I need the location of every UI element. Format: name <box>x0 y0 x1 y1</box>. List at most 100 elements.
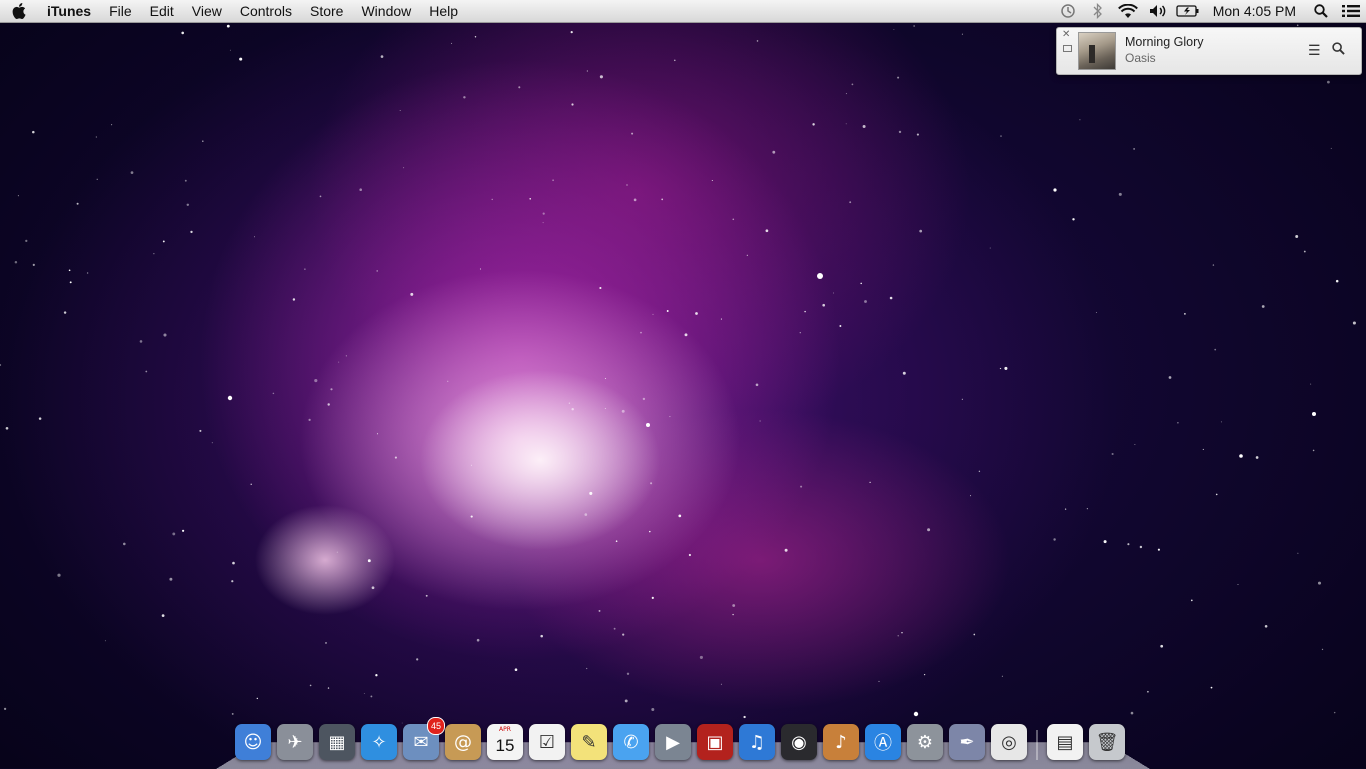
star <box>25 239 28 243</box>
star <box>669 416 671 418</box>
star <box>211 442 213 444</box>
mission-control-icon[interactable]: ▦ <box>319 724 355 760</box>
star <box>772 150 776 154</box>
star <box>699 655 703 659</box>
star <box>902 371 906 375</box>
star <box>586 667 588 670</box>
trash-icon[interactable]: 🗑 <box>1089 724 1125 760</box>
star <box>1103 540 1107 544</box>
star <box>604 408 606 410</box>
time-machine-icon[interactable] <box>1053 0 1083 22</box>
system-preferences-icon[interactable]: ⚙ <box>907 724 943 760</box>
star <box>897 76 900 79</box>
star <box>893 28 895 30</box>
star <box>231 580 234 583</box>
star <box>862 125 866 128</box>
notification-center-icon[interactable] <box>1336 0 1366 22</box>
star <box>139 340 143 343</box>
star <box>32 263 35 266</box>
star <box>1303 250 1306 253</box>
star <box>184 179 187 182</box>
star <box>540 634 543 638</box>
star <box>111 124 113 126</box>
star <box>860 282 862 285</box>
garageband-icon[interactable]: ♪ <box>823 724 859 760</box>
menu-help[interactable]: Help <box>420 0 467 22</box>
star <box>732 218 735 221</box>
menu-view[interactable]: View <box>183 0 231 22</box>
star <box>615 540 618 543</box>
star <box>17 195 19 197</box>
mail-icon[interactable]: ✉ 45 <box>403 717 445 760</box>
star <box>63 311 67 314</box>
app-store-icon[interactable]: Ⓐ <box>865 724 901 760</box>
safari-icon[interactable]: ✧ <box>361 724 397 760</box>
star <box>822 303 826 307</box>
calendar-icon[interactable]: APR 15 <box>487 724 523 760</box>
star <box>69 281 72 284</box>
star <box>845 123 847 125</box>
now-playing-notification[interactable]: ✕ Morning Glory Oasis ☰ <box>1056 27 1362 75</box>
star <box>626 672 630 675</box>
star <box>1130 711 1134 715</box>
star <box>927 528 931 532</box>
menu-app-name[interactable]: iTunes <box>38 0 100 22</box>
up-next-list-icon[interactable]: ☰ <box>1308 42 1321 59</box>
menubar-clock[interactable]: Mon 4:05 PM <box>1203 0 1306 22</box>
star <box>161 614 165 617</box>
star <box>732 613 734 616</box>
star <box>314 379 318 383</box>
star <box>1321 648 1324 651</box>
launchpad-icon[interactable]: ✈ <box>277 724 313 760</box>
star <box>626 184 628 186</box>
contacts-icon[interactable]: @ <box>445 724 481 760</box>
facetime-icon[interactable]: ▶ <box>655 724 691 760</box>
bluetooth-icon[interactable] <box>1083 0 1113 22</box>
star <box>631 132 634 135</box>
star <box>1001 675 1003 677</box>
star <box>451 42 453 44</box>
aperture-icon[interactable]: ◉ <box>781 724 817 760</box>
star <box>394 456 397 459</box>
notes-icon[interactable]: ✎ <box>571 724 607 760</box>
star <box>86 272 89 274</box>
menu-controls[interactable]: Controls <box>231 0 301 22</box>
itunes-icon[interactable]: ♫ <box>739 724 775 760</box>
star <box>720 683 722 685</box>
search-icon[interactable] <box>1332 42 1345 60</box>
messages-icon[interactable]: ✆ <box>613 724 649 760</box>
star <box>1000 135 1002 137</box>
script-editor-icon[interactable]: ✒ <box>949 724 985 760</box>
photo-booth-icon[interactable]: ▣ <box>697 724 733 760</box>
chrome-icon[interactable]: ◎ <box>991 724 1027 760</box>
star <box>474 36 477 38</box>
reminders-icon[interactable]: ☑ <box>529 724 565 760</box>
star <box>650 482 653 485</box>
star <box>308 418 311 422</box>
wifi-icon[interactable] <box>1113 0 1143 22</box>
finder-icon[interactable]: ☺ <box>235 724 271 760</box>
spotlight-icon[interactable] <box>1306 0 1336 22</box>
star <box>622 633 625 636</box>
volume-icon[interactable] <box>1143 0 1173 22</box>
menu-window[interactable]: Window <box>352 0 420 22</box>
star <box>642 397 646 401</box>
star <box>327 403 330 406</box>
menu-edit[interactable]: Edit <box>141 0 183 22</box>
star <box>1335 279 1339 283</box>
star <box>889 296 893 300</box>
star <box>589 491 593 495</box>
menu-file[interactable]: File <box>100 0 141 22</box>
star <box>403 167 405 169</box>
star <box>1139 545 1143 549</box>
mini-player-icon[interactable] <box>1063 45 1072 52</box>
menu-store[interactable]: Store <box>301 0 352 22</box>
documents-stack-icon[interactable]: ▤ <box>1047 724 1083 760</box>
star <box>651 708 655 711</box>
battery-icon[interactable] <box>1173 0 1203 22</box>
star <box>756 40 759 42</box>
star <box>746 254 748 256</box>
close-icon[interactable]: ✕ <box>1062 30 1070 40</box>
apple-menu-icon[interactable] <box>0 0 38 22</box>
star <box>999 367 1002 370</box>
